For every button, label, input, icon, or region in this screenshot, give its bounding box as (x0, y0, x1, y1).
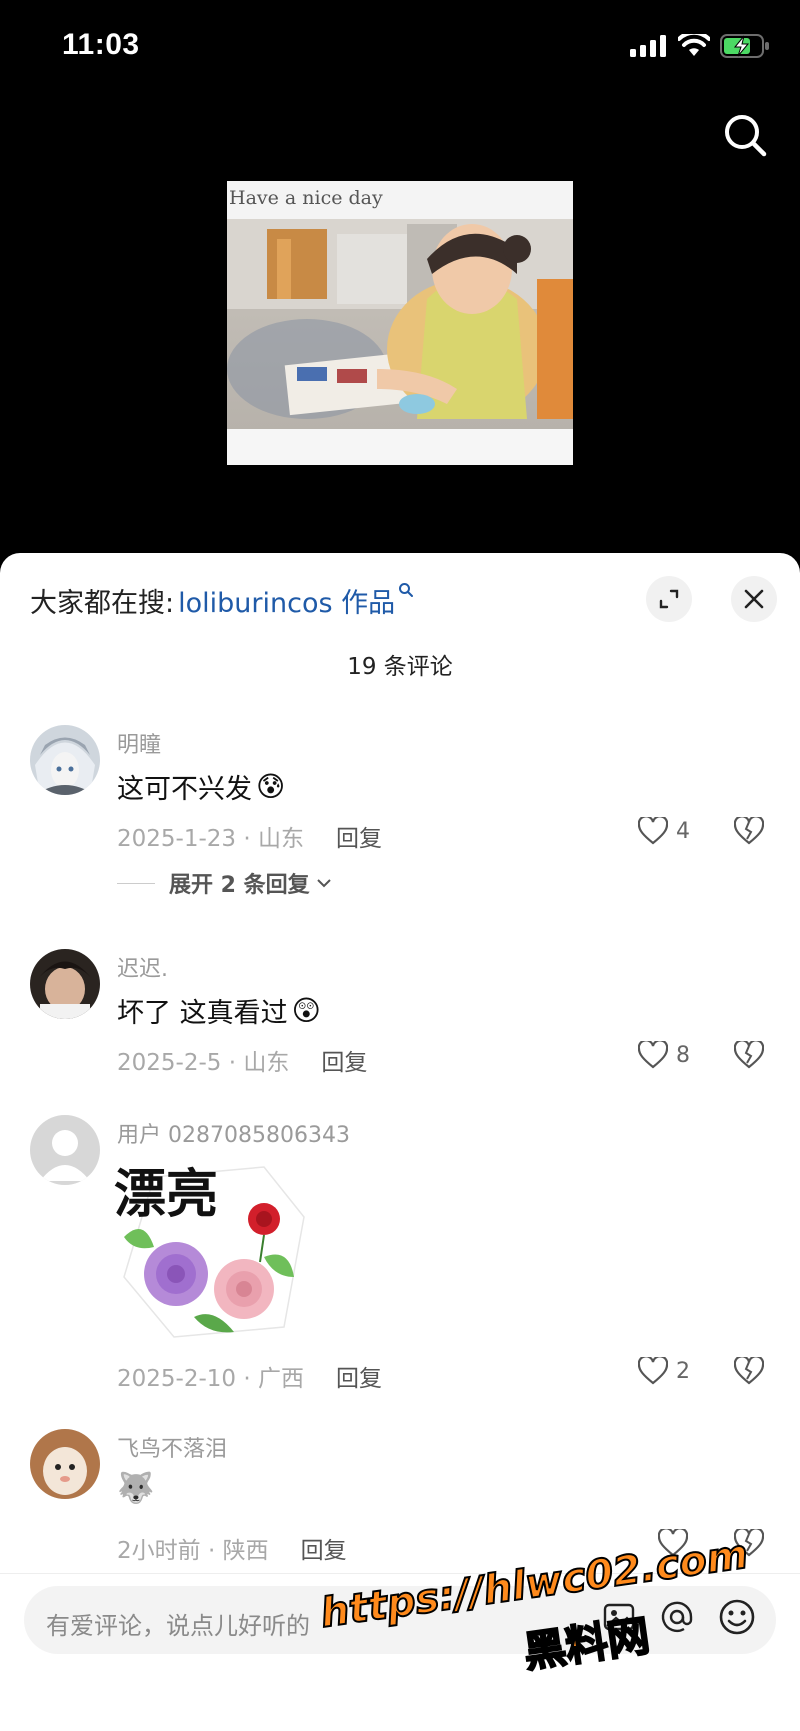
like-count: 4 (676, 818, 690, 844)
expand-button[interactable] (646, 576, 692, 622)
expand-divider (117, 882, 155, 884)
comment-meta: 2025-2-10 · 广西 回复 (117, 1359, 382, 1393)
husky-emoji-icon: 🐺 (117, 1471, 155, 1506)
comment-text: 坏了 这真看过 😲 (117, 991, 321, 1030)
chevron-down-icon (316, 879, 331, 888)
search-icon (725, 115, 767, 157)
comment-count: 19 条评论 (347, 654, 453, 680)
reply-button[interactable]: 回复 (321, 1043, 367, 1077)
comment-username[interactable]: 迟迟. (117, 951, 168, 983)
comment-date-location: 2025-1-23 · 山东 (117, 826, 304, 852)
comment-username[interactable]: 用户 0287085806343 (117, 1117, 350, 1149)
broken-heart-icon (733, 1039, 765, 1069)
hot-search-label: 大家都在搜: (30, 588, 175, 619)
comment-text-body: 坏了 这真看过 (117, 998, 288, 1029)
comment-text-body: 这可不兴发 (117, 774, 252, 805)
video-thumbnail[interactable]: Have a nice day (227, 181, 573, 465)
comment-username[interactable]: 飞鸟不落泪 (117, 1431, 227, 1463)
reply-button[interactable]: 回复 (336, 819, 382, 853)
comment-meta: 2025-2-5 · 山东 回复 (117, 1043, 367, 1077)
video-frame-image (227, 219, 573, 429)
sticker-text: 漂亮 (114, 1164, 218, 1225)
comment-item: 用户 0287085806343 漂亮 2025-2-10 · 广西 回复 2 (0, 1115, 800, 1415)
expand-replies-button[interactable]: 展开 2 条回复 (117, 867, 332, 899)
avatar[interactable] (30, 1429, 100, 1499)
comment-meta: 2小时前 · 陕西 回复 (117, 1531, 347, 1565)
dislike-button[interactable] (733, 1355, 765, 1389)
dislike-button[interactable] (733, 815, 765, 849)
like-button[interactable]: 2 (638, 1357, 690, 1385)
reply-button[interactable]: 回复 (301, 1531, 347, 1565)
avatar[interactable] (30, 725, 100, 795)
avatar[interactable] (30, 949, 100, 1019)
heart-icon (638, 1041, 668, 1069)
battery-charging-icon (720, 34, 769, 58)
status-bar: 11:03 (0, 0, 800, 100)
dislike-button[interactable] (733, 1039, 765, 1073)
search-small-icon (398, 582, 414, 603)
comment-username[interactable]: 明瞳 (117, 727, 161, 759)
sticker-image[interactable]: 漂亮 (114, 1157, 310, 1347)
comment-input-placeholder: 有爱评论，说点儿好听的 (46, 1612, 310, 1640)
comments-header: 大家都在搜: loliburincos 作品 (0, 553, 800, 643)
broken-heart-icon (733, 1355, 765, 1385)
wifi-icon (678, 34, 710, 56)
comment-date-location: 2小时前 · 陕西 (117, 1538, 269, 1564)
reply-button[interactable]: 回复 (336, 1359, 382, 1393)
broken-heart-icon (733, 815, 765, 845)
like-count: 2 (676, 1358, 690, 1384)
heart-icon (638, 1357, 668, 1385)
expand-icon (659, 589, 679, 609)
watermark-name: 黑料网 (520, 1610, 654, 1678)
status-time: 11:03 (62, 28, 140, 61)
avatar[interactable] (30, 1115, 100, 1185)
comment-text: 🐺 (117, 1471, 154, 1506)
crying-emoji-icon: 😰 (256, 770, 286, 803)
heart-icon (638, 817, 668, 845)
like-button[interactable]: 4 (638, 817, 690, 845)
video-caption: Have a nice day (227, 181, 573, 219)
expand-replies-label: 展开 2 条回复 (169, 873, 310, 898)
comment-item: 明瞳 这可不兴发 😰 2025-1-23 · 山东 回复 4 展开 2 条回复 (0, 725, 800, 925)
comment-date-location: 2025-2-10 · 广西 (117, 1366, 304, 1392)
comment-date-location: 2025-2-5 · 山东 (117, 1050, 290, 1076)
search-button[interactable] (718, 108, 774, 164)
comment-meta: 2025-1-23 · 山东 回复 (117, 819, 382, 853)
hot-search-keyword[interactable]: loliburincos 作品 (178, 581, 395, 620)
shocked-emoji-icon: 😲 (291, 994, 321, 1027)
video-bottom-strip (227, 429, 573, 465)
comment-text: 这可不兴发 😰 (117, 767, 285, 806)
video-player[interactable]: Have a nice day (0, 100, 800, 553)
close-icon (744, 589, 764, 609)
like-count: 8 (676, 1042, 690, 1068)
cellular-signal-icon (630, 35, 666, 57)
comment-item: 迟迟. 坏了 这真看过 😲 2025-2-5 · 山东 回复 8 (0, 949, 800, 1099)
like-button[interactable]: 8 (638, 1041, 690, 1069)
hot-search-link[interactable]: 大家都在搜: loliburincos 作品 (30, 581, 414, 620)
status-icons (630, 34, 770, 58)
close-button[interactable] (731, 576, 777, 622)
